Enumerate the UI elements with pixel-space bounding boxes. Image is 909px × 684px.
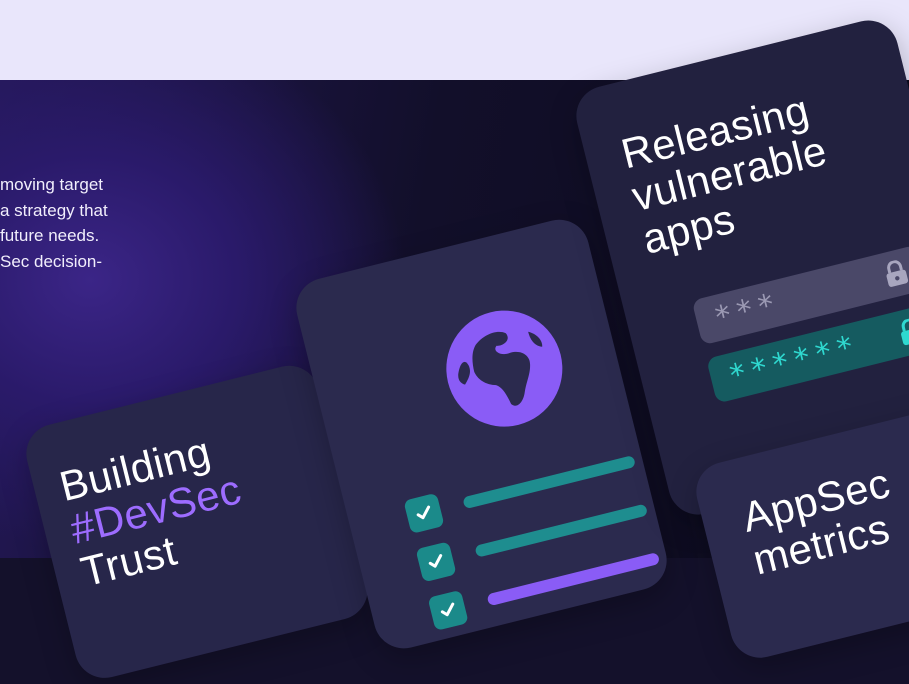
- intro-copy: moving target a strategy that future nee…: [0, 172, 200, 274]
- lock-icon: [886, 260, 909, 287]
- check-icon[interactable]: [427, 589, 469, 631]
- card-title: AppSec metrics: [738, 459, 905, 584]
- intro-line: Sec decision-: [0, 251, 103, 271]
- intro-line: future needs.: [0, 226, 100, 245]
- check-icon[interactable]: [403, 492, 445, 534]
- globe-icon: [446, 310, 563, 427]
- intro-line: moving target: [0, 175, 103, 194]
- lock-icon: [901, 318, 909, 346]
- strong-password-value: ******: [724, 327, 862, 394]
- intro-line: a strategy that: [0, 200, 108, 220]
- check-icon[interactable]: [415, 541, 457, 583]
- weak-password-value: ***: [710, 285, 784, 336]
- card-title: Building #DevSec Trust: [55, 424, 256, 595]
- card-title: Releasing vulnerable apps: [617, 86, 842, 263]
